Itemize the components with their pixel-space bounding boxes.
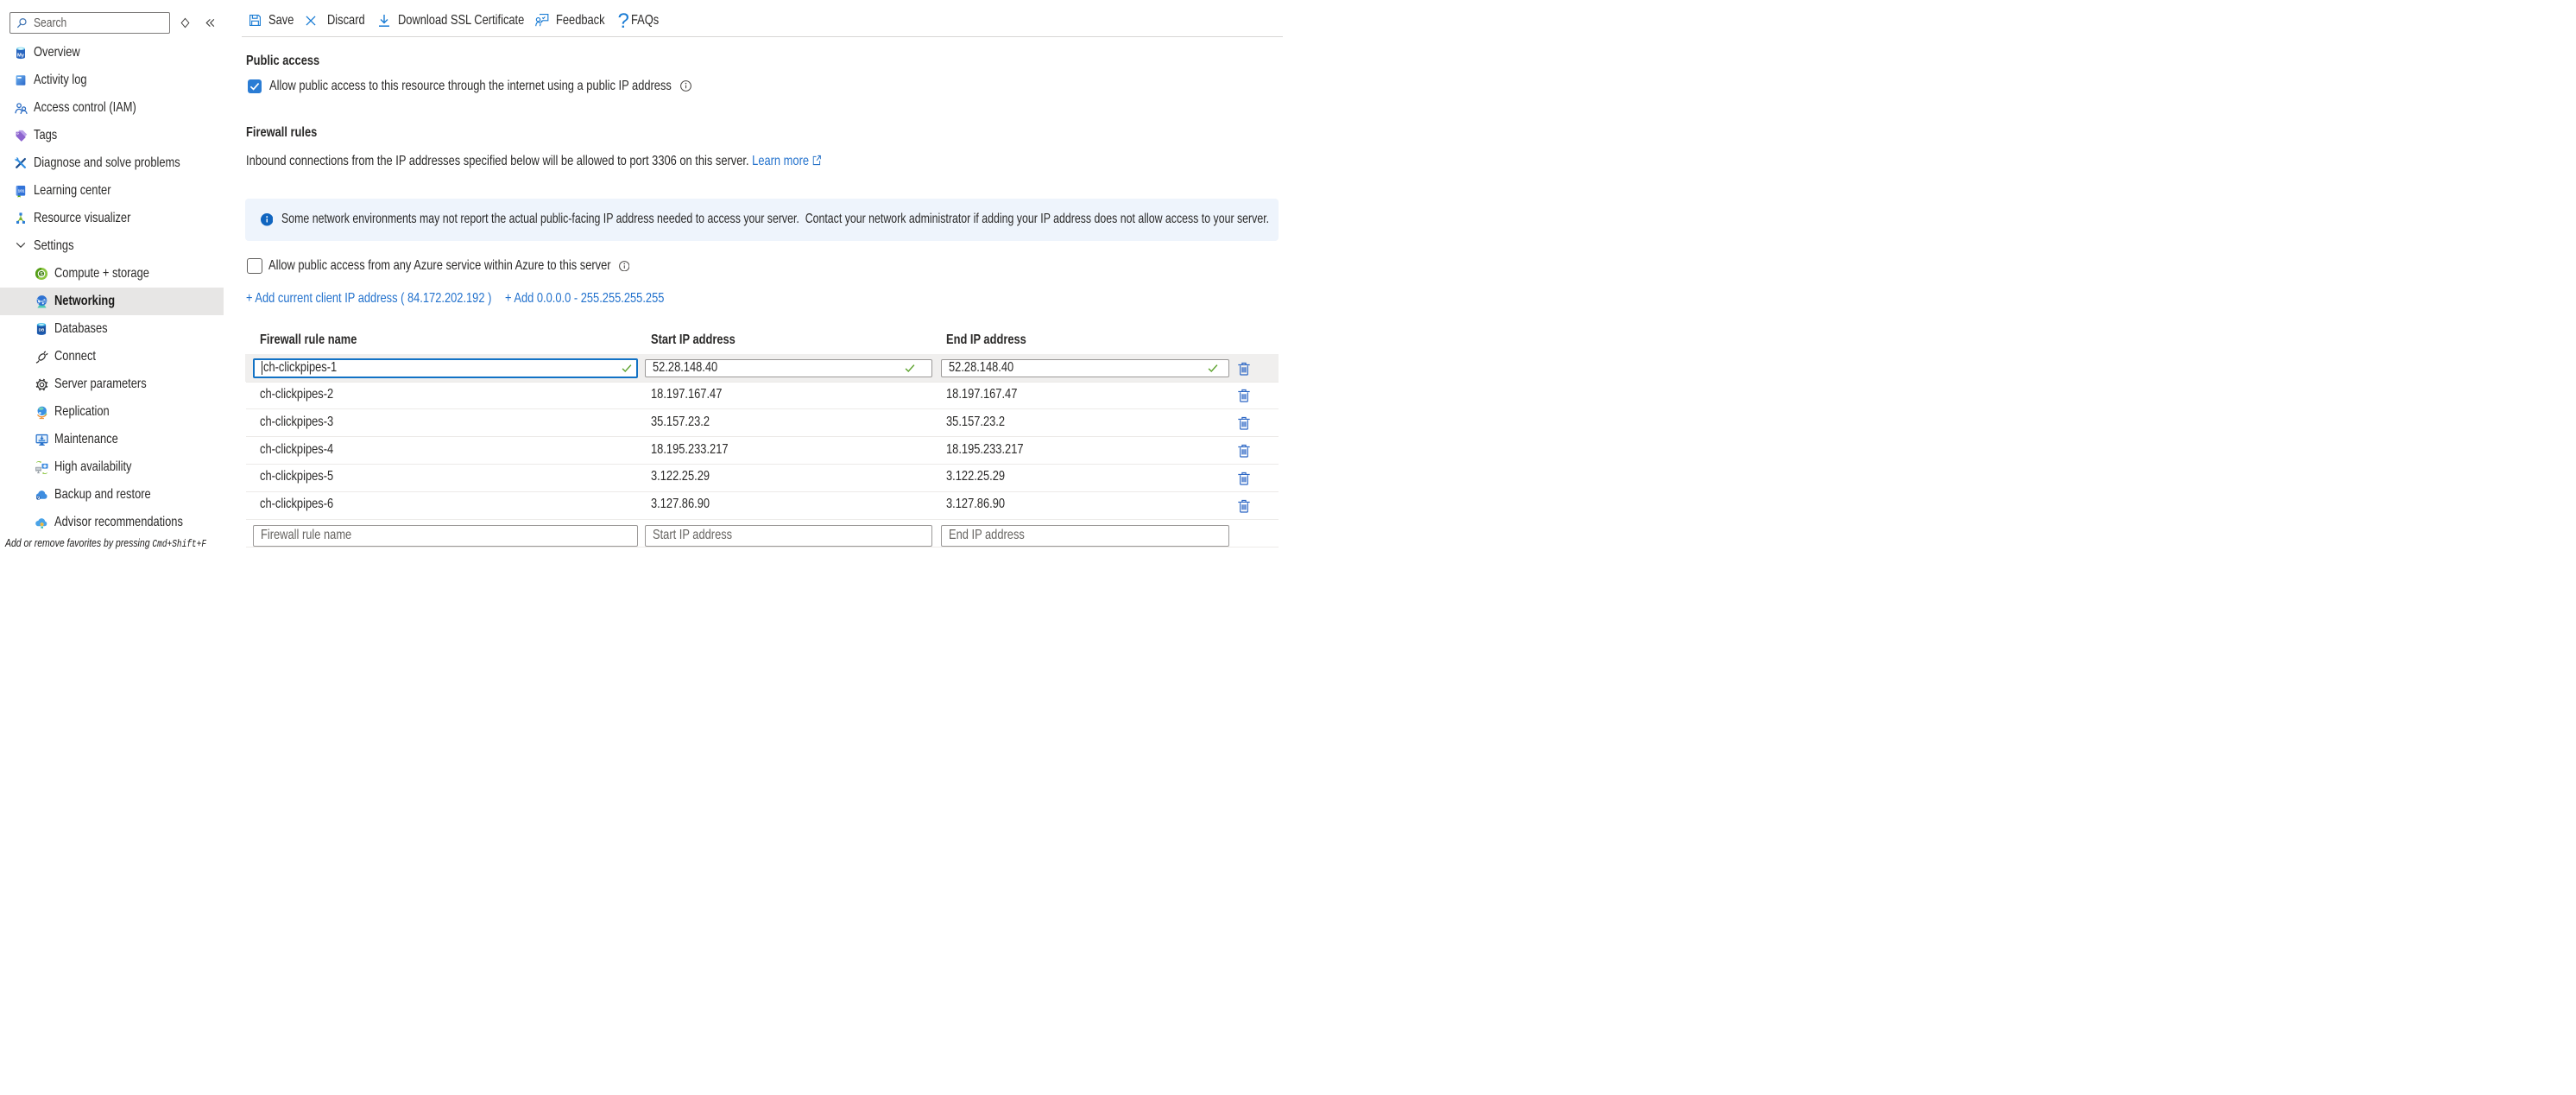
svg-text:101: 101 (18, 189, 25, 193)
svg-text:DB: DB (39, 327, 45, 332)
svg-text:My: My (17, 54, 25, 59)
